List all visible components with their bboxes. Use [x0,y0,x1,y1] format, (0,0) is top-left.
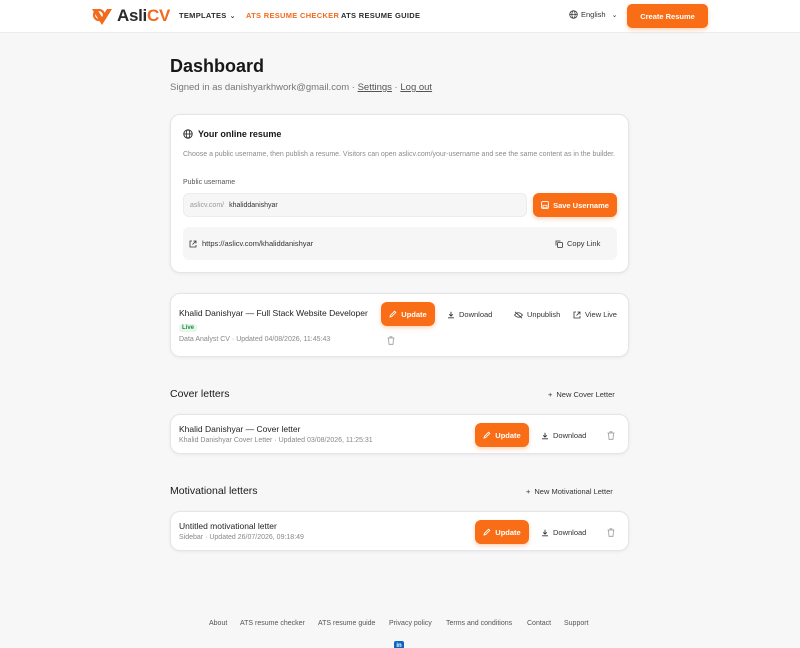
download-label: Download [553,528,587,537]
signed-in-line: Signed in as danishyarkhwork@gmail.com ·… [170,82,432,93]
footer-terms[interactable]: Terms and conditions [446,620,512,627]
signed-in-text: Signed in as danishyarkhwork@gmail.com · [170,82,358,93]
language-selector[interactable]: English ⌄ [569,10,617,19]
footer-about[interactable]: About [209,620,227,627]
nav-templates[interactable]: TEMPLATES ⌄ [179,11,236,20]
external-link-icon [573,311,581,318]
motivational-letter-meta: Sidebar · Updated 26/07/2026, 09:18:49 [179,534,304,541]
cover-letter-title: Khalid Danishyar — Cover letter [179,424,301,434]
globe-icon [569,10,578,19]
public-url[interactable]: https://aslicv.com/khaliddanishyar [189,239,313,248]
resume-update-button[interactable]: Update [381,302,435,326]
online-resume-heading: Your online resume [183,129,281,139]
download-label: Download [459,310,493,319]
external-link-icon [189,240,197,247]
online-resume-description: Choose a public username, then publish a… [183,151,616,158]
public-url-text: https://aslicv.com/khaliddanishyar [202,239,314,248]
username-prefix: aslicv.com/ [190,201,225,209]
trash-icon[interactable] [607,528,615,537]
plus-icon: + [548,390,553,399]
chevron-down-icon: ⌄ [229,13,236,20]
new-motivational-letter-button[interactable]: + New Motivational Letter [526,487,613,496]
globe-icon [183,129,193,139]
download-icon [542,432,548,439]
copy-link-label: Copy Link [567,239,601,248]
settings-link[interactable]: Settings [358,82,392,93]
online-resume-title: Your online resume [198,129,282,139]
footer-privacy[interactable]: Privacy policy [389,620,432,627]
plus-icon: + [526,487,531,496]
username-label: Public username [183,179,236,186]
status-badge: Live [179,324,198,332]
logo-text-cv: CV [146,6,171,25]
download-icon [542,529,548,536]
logo-text-asli: Asli [117,6,147,25]
save-username-button[interactable]: Save Username [533,193,617,217]
logo-icon [92,8,112,25]
new-cover-letter-button[interactable]: + New Cover Letter [548,390,615,399]
new-motivational-letter-label: New Motivational Letter [534,487,613,496]
resume-card: Khalid Danishyar — Full Stack Website De… [170,293,629,357]
resume-download-button[interactable]: Download [447,310,492,319]
footer-contact[interactable]: Contact [527,620,551,627]
eye-off-icon [514,311,523,318]
pencil-icon [483,431,491,439]
pencil-icon [483,528,491,536]
resume-title: Khalid Danishyar — Full Stack Website De… [179,308,368,318]
logout-link[interactable]: Log out [400,82,432,93]
motivational-letter-card: Untitled motivational letter Sidebar · U… [170,511,629,551]
top-header: AsliCV TEMPLATES ⌄ ATS RESUME CHECKER ATS… [0,0,800,33]
update-label: Update [401,309,427,319]
cover-letter-card: Khalid Danishyar — Cover letter Khalid D… [170,414,629,454]
unpublish-button[interactable]: Unpublish [514,310,560,319]
online-resume-card: Your online resume Choose a public usern… [170,114,629,273]
update-label: Update [495,430,521,440]
resume-meta: Data Analyst CV · Updated 04/08/2026, 11… [179,336,331,343]
footer-ats-guide[interactable]: ATS resume guide [318,620,375,627]
download-label: Download [553,431,587,440]
unpublish-label: Unpublish [527,310,561,319]
footer-support[interactable]: Support [564,620,589,627]
logo[interactable]: AsliCV [90,5,170,27]
cover-download-button[interactable]: Download [541,431,586,440]
cover-update-button[interactable]: Update [475,423,529,447]
chevron-down-icon: ⌄ [611,11,618,19]
public-url-bar: https://aslicv.com/khaliddanishyar Copy … [183,227,617,260]
view-live-label: View Live [585,310,617,319]
create-resume-button[interactable]: Create Resume [627,4,708,28]
nav-ats-guide[interactable]: ATS RESUME GUIDE [341,11,420,20]
motivational-letter-title: Untitled motivational letter [179,521,277,531]
trash-icon[interactable] [607,431,615,440]
download-icon [448,311,454,318]
view-live-button[interactable]: View Live [573,310,617,319]
username-value: khaliddanishyar [229,201,278,209]
copy-link-button[interactable]: Copy Link [555,239,600,248]
pencil-icon [389,310,397,318]
nav-templates-label: TEMPLATES [179,11,227,20]
new-cover-letter-label: New Cover Letter [556,390,615,399]
page-title: Dashboard [170,56,265,76]
save-icon [541,201,549,209]
username-input[interactable]: aslicv.com/ khaliddanishyar [183,193,527,217]
cover-letters-heading: Cover letters [170,388,230,400]
motivational-update-button[interactable]: Update [475,520,529,544]
language-label: English [581,10,606,19]
save-username-label: Save Username [553,200,609,210]
motivational-letters-heading: Motivational letters [170,485,258,497]
nav-ats-checker[interactable]: ATS RESUME CHECKER [246,11,339,20]
motivational-download-button[interactable]: Download [541,528,586,537]
cover-letter-meta: Khalid Danishyar Cover Letter · Updated … [179,437,373,444]
linkedin-icon[interactable]: in [394,641,404,648]
update-label: Update [495,527,521,537]
footer-ats-checker[interactable]: ATS resume checker [240,620,305,627]
copy-icon [555,240,563,248]
trash-icon[interactable] [387,336,395,345]
